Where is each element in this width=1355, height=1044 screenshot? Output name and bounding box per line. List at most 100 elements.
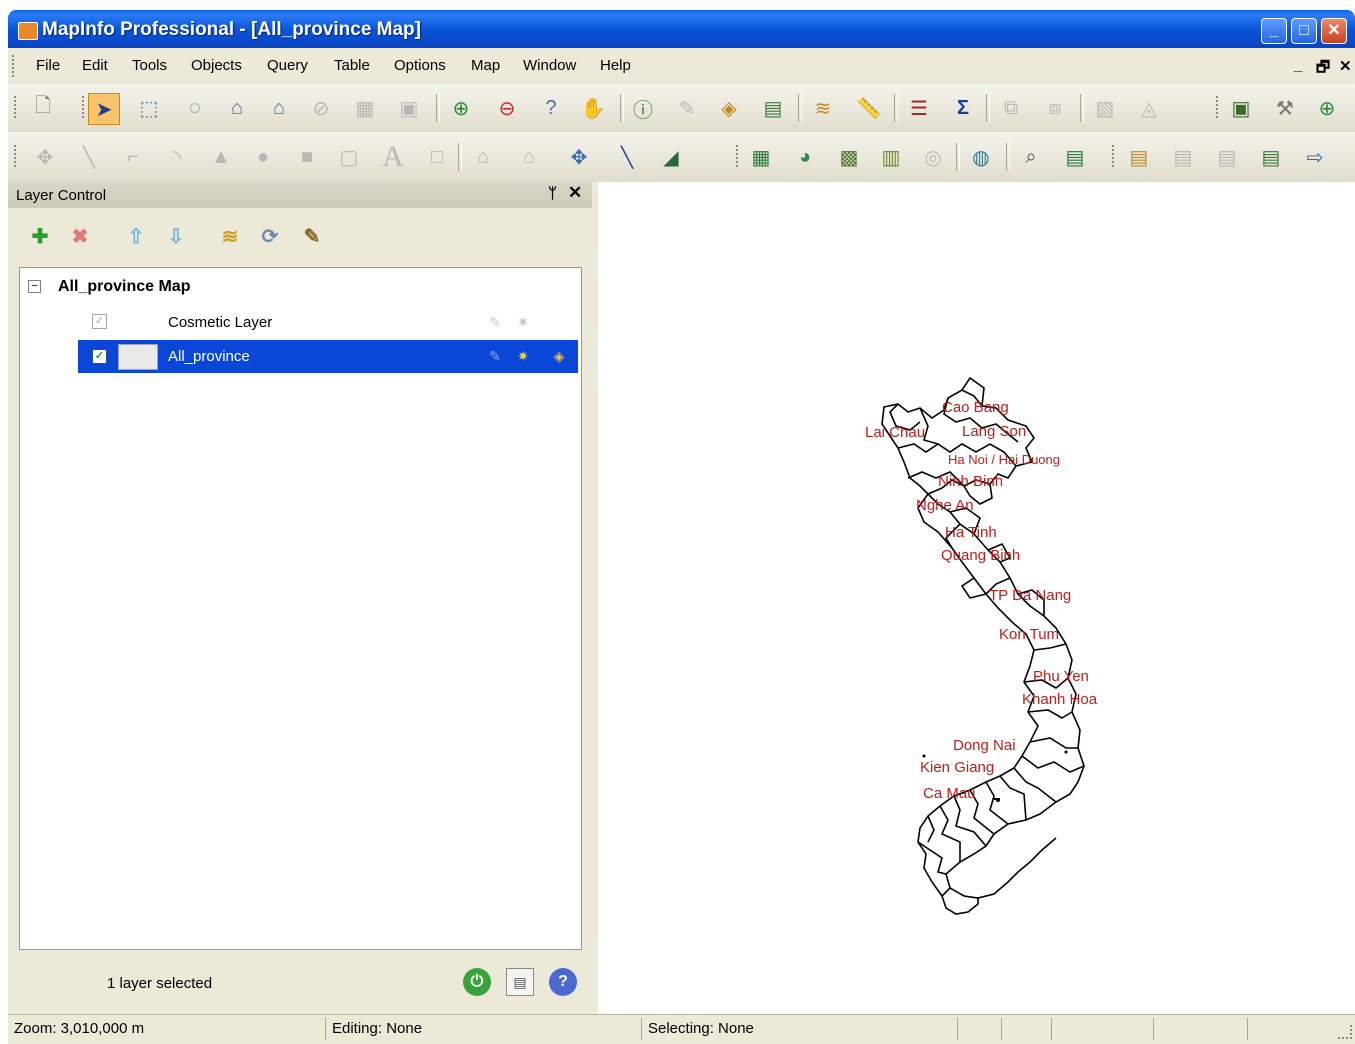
add-node-icon[interactable]: ⌂	[514, 142, 544, 172]
ruler-tool-icon[interactable]: ✎	[672, 93, 702, 123]
map-label[interactable]: Cao Bang	[942, 399, 1009, 416]
polygon-select-icon[interactable]: ⌂	[222, 93, 252, 123]
symbol-tool-icon[interactable]: ✥	[30, 142, 60, 172]
menu-window[interactable]: Window	[523, 57, 576, 74]
layer-list-options-icon[interactable]: ▤	[506, 968, 534, 996]
status-editing[interactable]: Editing: None	[326, 1018, 642, 1040]
toolbar-grip[interactable]	[1216, 96, 1221, 118]
menu-objects[interactable]: Objects	[191, 57, 242, 74]
move-layer-up-icon[interactable]: ⇧	[122, 222, 150, 250]
layer-visible-checkbox[interactable]: ✓	[92, 314, 107, 329]
title-bar[interactable]: MapInfo Professional - [All_province Map…	[8, 10, 1355, 48]
ellipse-tool-icon[interactable]: ●	[248, 142, 278, 172]
layer-style-swatch[interactable]	[118, 344, 158, 370]
radius-select-icon[interactable]: ◌	[180, 93, 210, 123]
add-polygon-icon[interactable]: ◢	[656, 142, 686, 172]
autolabel-tag-icon[interactable]: ◈	[550, 347, 568, 365]
map-browser-icon[interactable]: ▦	[746, 142, 776, 172]
layer-tree[interactable]: − All_province Map ✓ Cosmetic Layer ✎ ✷ …	[19, 267, 582, 950]
tools-icon[interactable]: ⚒	[1270, 93, 1300, 123]
table-icon[interactable]: ▤	[1124, 142, 1154, 172]
layer-properties-icon[interactable]: ≋	[216, 222, 244, 250]
measure-ruler-icon[interactable]: 📏	[854, 93, 884, 123]
unselect-all-icon[interactable]: ⊘	[306, 93, 336, 123]
arc-tool-icon[interactable]: ◝	[162, 142, 192, 172]
map-label[interactable]: Ha Tinh	[945, 524, 997, 541]
close-panel-icon[interactable]: ✕	[568, 183, 582, 203]
toolbar-grip[interactable]	[14, 96, 19, 118]
close-button[interactable]: ✕	[1321, 18, 1347, 44]
status-selecting[interactable]: Selecting: None	[642, 1018, 958, 1040]
map-root-label[interactable]: All_province Map	[58, 278, 190, 296]
menu-file[interactable]: File	[36, 57, 60, 74]
layer-row-cosmetic[interactable]: ✓ Cosmetic Layer ✎ ✷	[78, 306, 578, 339]
reshape-icon[interactable]: ⌂	[468, 142, 498, 172]
move-layer-down-icon[interactable]: ⇩	[162, 222, 190, 250]
remove-layer-icon[interactable]: ✖	[66, 222, 94, 250]
globe-icon[interactable]: ◍	[966, 142, 996, 172]
map-label[interactable]: Ha Noi / Hai Duong	[948, 452, 1060, 467]
menu-query[interactable]: Query	[267, 57, 308, 74]
geocode-icon[interactable]: ◕	[790, 142, 820, 172]
map-label[interactable]: Ninh Binh	[938, 473, 1003, 490]
collapse-toggle-icon[interactable]: −	[28, 280, 41, 293]
resize-grip-icon[interactable]	[1338, 1025, 1352, 1039]
clip-region-icon[interactable]: ▧	[1090, 93, 1120, 123]
zoom-in-icon[interactable]: ⊕	[446, 93, 476, 123]
zoom-out-icon[interactable]: ⊖	[492, 93, 522, 123]
map-label[interactable]: Dong Nai	[953, 737, 1016, 754]
menu-edit[interactable]: Edit	[82, 57, 108, 74]
toolbar-grip[interactable]	[14, 145, 19, 167]
toolbar-grip[interactable]	[1112, 145, 1117, 167]
rounded-rectangle-tool-icon[interactable]: ▢	[334, 142, 364, 172]
minimize-button[interactable]: _	[1261, 18, 1287, 44]
rectangle-tool-icon[interactable]: ■	[292, 142, 322, 172]
pin-icon[interactable]: ᛘ	[548, 185, 557, 202]
menubar-grip[interactable]	[12, 55, 17, 77]
add-layer-icon[interactable]: ✚	[26, 222, 54, 250]
table-icon[interactable]: ▤	[1168, 142, 1198, 172]
text-tool-icon[interactable]: A	[378, 140, 408, 173]
drag-window-icon[interactable]: ⧉	[996, 93, 1026, 123]
polyline-tool-icon[interactable]: ⌐	[118, 142, 148, 172]
frame-tool-icon[interactable]: □	[422, 142, 452, 172]
find-icon[interactable]: ⌕	[1016, 142, 1046, 172]
map-label[interactable]: Kien Giang	[920, 759, 994, 776]
change-view-icon[interactable]: ?	[536, 93, 566, 123]
catalog-icon[interactable]: ▣	[1226, 93, 1256, 123]
show-cosmetic-icon[interactable]: ⧈	[1040, 93, 1070, 123]
hotlink-icon[interactable]: ▤	[758, 93, 788, 123]
map-label[interactable]: Lai Chau	[865, 424, 925, 441]
apply-button[interactable]: ⏻	[463, 968, 491, 996]
map-label[interactable]: TP Da Nang	[989, 587, 1071, 604]
graph-select-icon[interactable]: ▣	[394, 93, 424, 123]
table-icon[interactable]: ▤	[1256, 142, 1286, 172]
region-icon[interactable]: ◎	[918, 142, 948, 172]
legend-icon[interactable]: ☰	[904, 93, 934, 123]
menu-tools[interactable]: Tools	[132, 57, 167, 74]
map-label[interactable]: Quang Binh	[941, 547, 1020, 564]
add-symbol-icon[interactable]: ✥	[564, 142, 594, 172]
info-tool-icon[interactable]: ⓘ	[628, 93, 658, 123]
display-options-icon[interactable]: ⟳	[256, 222, 284, 250]
label-tool-icon[interactable]: ◈	[714, 93, 744, 123]
export-icon[interactable]: ⇨	[1300, 142, 1330, 172]
editable-pencil-icon[interactable]: ✎	[486, 313, 504, 331]
table-icon[interactable]: ▤	[1212, 142, 1242, 172]
new-document-icon[interactable]: 🗋	[28, 93, 58, 123]
mapinfo-app-icon[interactable]	[18, 22, 38, 40]
menu-options[interactable]: Options	[394, 57, 446, 74]
statistics-sigma-icon[interactable]: Σ	[948, 93, 978, 123]
marquee-select-icon[interactable]: ⬚	[134, 93, 164, 123]
layout-icon[interactable]: ◬	[1134, 93, 1164, 123]
layer-control-icon[interactable]: ≋	[808, 93, 838, 123]
invert-selection-icon[interactable]: ▦	[350, 93, 380, 123]
map-label[interactable]: Phu Yen	[1033, 668, 1089, 685]
help-icon[interactable]: ?	[549, 968, 577, 996]
map-label[interactable]: Kon Tum	[999, 626, 1059, 643]
maximize-button[interactable]: □	[1291, 18, 1317, 44]
map-label[interactable]: Ca Mau	[923, 785, 976, 802]
selectable-star-icon[interactable]: ✷	[514, 313, 532, 331]
label-options-icon[interactable]: ✎	[298, 222, 326, 250]
grabber-hand-icon[interactable]: ✋	[578, 93, 608, 123]
